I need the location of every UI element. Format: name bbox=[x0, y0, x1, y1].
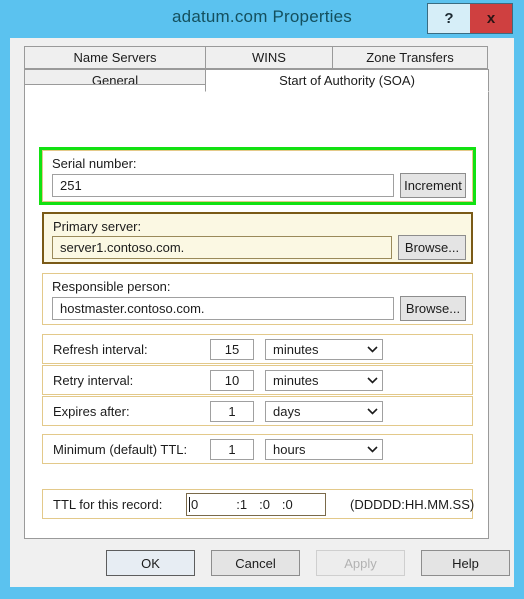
refresh-interval-label: Refresh interval: bbox=[53, 342, 148, 357]
primary-server-label: Primary server: bbox=[53, 219, 142, 234]
responsible-person-label: Responsible person: bbox=[52, 279, 171, 294]
retry-interval-row: Retry interval: 10 minutes bbox=[42, 365, 473, 395]
refresh-interval-unit-value: minutes bbox=[273, 342, 319, 357]
tab-name-servers[interactable]: Name Servers bbox=[24, 46, 206, 69]
expires-after-label: Expires after: bbox=[53, 404, 130, 419]
ttl-hours-segment: :1 bbox=[236, 497, 248, 512]
dialog-client-area: Name Servers WINS Zone Transfers General… bbox=[10, 38, 514, 587]
refresh-interval-row: Refresh interval: 15 minutes bbox=[42, 334, 473, 364]
apply-button: Apply bbox=[316, 550, 405, 576]
chevron-down-icon bbox=[362, 408, 382, 415]
ttl-for-this-record-row: TTL for this record: 0 :1 :0 :0 (DDDDD:H… bbox=[42, 489, 475, 519]
expires-after-unit-select[interactable]: days bbox=[265, 401, 383, 422]
minimum-default-ttl-row: Minimum (default) TTL: 1 hours bbox=[42, 434, 473, 464]
tab-start-of-authority[interactable]: Start of Authority (SOA) bbox=[205, 69, 489, 92]
ok-button[interactable]: OK bbox=[106, 550, 195, 576]
chevron-down-icon bbox=[362, 377, 382, 384]
ttl-format-hint: (DDDDD:HH.MM.SS) bbox=[350, 497, 475, 512]
chevron-down-icon bbox=[362, 346, 382, 353]
tab-zone-transfers[interactable]: Zone Transfers bbox=[332, 46, 488, 69]
serial-number-input[interactable]: 251 bbox=[52, 174, 394, 197]
close-icon[interactable]: x bbox=[470, 4, 512, 33]
retry-interval-unit-value: minutes bbox=[273, 373, 319, 388]
caption-button-group: ? x bbox=[427, 3, 513, 34]
minimum-default-ttl-label: Minimum (default) TTL: bbox=[53, 442, 188, 457]
retry-interval-input[interactable]: 10 bbox=[210, 370, 254, 391]
primary-server-input[interactable]: server1.contoso.com. bbox=[52, 236, 392, 259]
ttl-seconds-segment: :0 bbox=[281, 497, 293, 512]
increment-button[interactable]: Increment bbox=[400, 173, 466, 198]
help-icon[interactable]: ? bbox=[428, 4, 470, 33]
ttl-minutes-segment: :0 bbox=[259, 497, 270, 512]
minimum-default-ttl-unit-value: hours bbox=[273, 442, 306, 457]
help-button[interactable]: Help bbox=[421, 550, 510, 576]
responsible-person-group: Responsible person: hostmaster.contoso.c… bbox=[42, 273, 473, 325]
responsible-person-browse-button[interactable]: Browse... bbox=[400, 296, 466, 321]
ttl-days-segment: 0 bbox=[191, 497, 199, 512]
expires-after-input[interactable]: 1 bbox=[210, 401, 254, 422]
refresh-interval-input[interactable]: 15 bbox=[210, 339, 254, 360]
primary-server-group: Primary server: server1.contoso.com. Bro… bbox=[42, 212, 473, 264]
retry-interval-label: Retry interval: bbox=[53, 373, 134, 388]
cancel-button[interactable]: Cancel bbox=[211, 550, 300, 576]
tab-wins[interactable]: WINS bbox=[205, 46, 333, 69]
minimum-default-ttl-unit-select[interactable]: hours bbox=[265, 439, 383, 460]
serial-number-label: Serial number: bbox=[52, 156, 137, 171]
tab-row-top: Name Servers WINS Zone Transfers bbox=[24, 46, 489, 69]
responsible-person-input[interactable]: hostmaster.contoso.com. bbox=[52, 297, 394, 320]
refresh-interval-unit-select[interactable]: minutes bbox=[265, 339, 383, 360]
serial-number-group: Serial number: 251 Increment bbox=[42, 150, 473, 202]
title-bar[interactable]: adatum.com Properties ? x bbox=[0, 0, 524, 38]
ttl-for-this-record-input[interactable]: 0 :1 :0 :0 bbox=[186, 493, 326, 516]
minimum-default-ttl-input[interactable]: 1 bbox=[210, 439, 254, 460]
properties-dialog-window: adatum.com Properties ? x Name Servers W… bbox=[0, 0, 524, 599]
expires-after-unit-value: days bbox=[273, 404, 301, 419]
retry-interval-unit-select[interactable]: minutes bbox=[265, 370, 383, 391]
soa-tab-panel: Serial number: 251 Increment Primary ser… bbox=[24, 84, 489, 539]
chevron-down-icon bbox=[362, 446, 382, 453]
primary-server-browse-button[interactable]: Browse... bbox=[398, 235, 466, 260]
text-caret bbox=[189, 497, 190, 512]
dialog-button-bar: OK Cancel Apply Help bbox=[10, 546, 514, 587]
expires-after-row: Expires after: 1 days bbox=[42, 396, 473, 426]
ttl-for-this-record-label: TTL for this record: bbox=[53, 497, 163, 512]
